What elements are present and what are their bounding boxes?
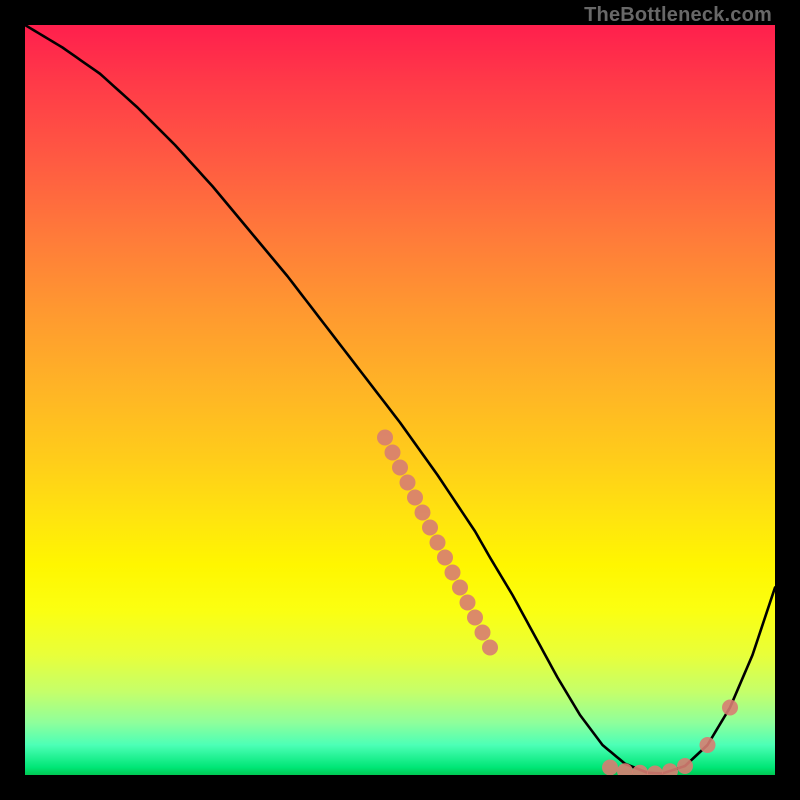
watermark-label: TheBottleneck.com — [584, 4, 772, 27]
chart-markers — [377, 430, 738, 776]
data-point — [475, 625, 491, 641]
data-point — [445, 565, 461, 581]
data-point — [415, 505, 431, 521]
data-point — [430, 535, 446, 551]
data-point — [407, 490, 423, 506]
data-point — [437, 550, 453, 566]
data-point — [677, 758, 693, 774]
data-point — [392, 460, 408, 476]
data-point — [377, 430, 393, 446]
data-point — [452, 580, 468, 596]
data-point — [647, 766, 663, 776]
chart-frame: TheBottleneck.com — [0, 0, 800, 800]
chart-svg — [25, 25, 775, 775]
data-point — [422, 520, 438, 536]
data-point — [467, 610, 483, 626]
data-point — [482, 640, 498, 656]
plot-area — [25, 25, 775, 775]
data-point — [722, 700, 738, 716]
data-point — [662, 763, 678, 775]
data-point — [602, 760, 618, 776]
data-point — [400, 475, 416, 491]
data-point — [460, 595, 476, 611]
data-point — [700, 737, 716, 753]
chart-curve — [25, 25, 775, 774]
data-point — [385, 445, 401, 461]
